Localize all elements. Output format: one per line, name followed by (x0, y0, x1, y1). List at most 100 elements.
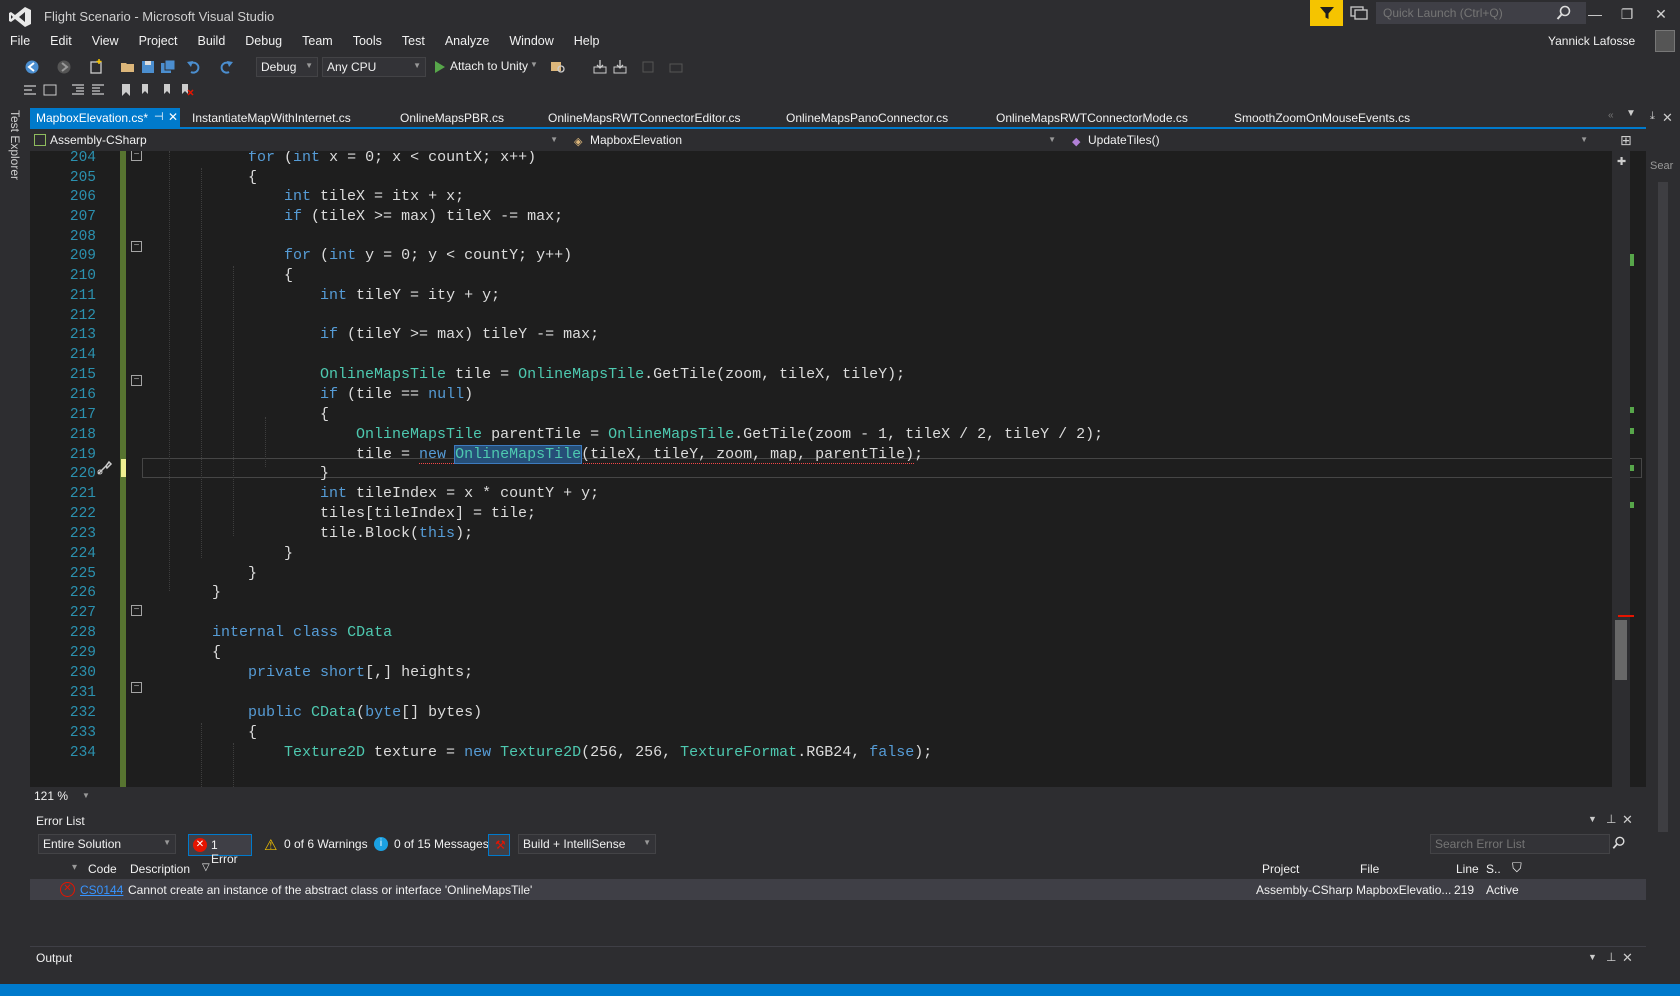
menu-tools[interactable]: Tools (343, 32, 392, 54)
menu-analyze[interactable]: Analyze (435, 32, 499, 54)
previous-bookmark-icon[interactable] (138, 82, 154, 98)
notifications-filter-icon[interactable] (1310, 0, 1343, 26)
chevron-down-icon[interactable]: ▼ (1588, 952, 1597, 962)
output-title[interactable]: Output (36, 951, 72, 965)
column-line[interactable]: Line (1456, 862, 1479, 876)
tab-online-maps-pbr[interactable]: OnlineMapsPBR.cs (394, 108, 510, 127)
filter-funnel-icon[interactable]: ▽ (202, 862, 210, 873)
search-icon[interactable] (1556, 5, 1572, 21)
avatar[interactable] (1655, 30, 1675, 52)
class-dropdown[interactable]: ◈ MapboxElevation ▼ (570, 131, 1062, 151)
tab-instantiate-map[interactable]: InstantiateMapWithInternet.cs (186, 108, 357, 127)
attach-to-unity-button[interactable]: Attach to Unity (450, 59, 528, 73)
forward-icon[interactable] (56, 59, 72, 75)
column-file[interactable]: File (1360, 862, 1379, 876)
menu-project[interactable]: Project (129, 32, 188, 54)
menu-file[interactable]: File (0, 32, 40, 54)
pin-icon[interactable]: ⊣ (154, 110, 164, 123)
tab-rwt-connector-editor[interactable]: OnlineMapsRWTConnectorEditor.cs (542, 108, 747, 127)
warnings-filter-button[interactable]: ⚠ 0 of 6 Warnings (260, 834, 374, 856)
close-icon[interactable]: ✕ (1622, 812, 1633, 828)
configuration-dropdown[interactable]: Debug ▼ (256, 57, 318, 77)
error-list-title[interactable]: Error List (36, 814, 85, 828)
member-dropdown[interactable]: ◆ UpdateTiles() ▼ (1068, 131, 1594, 151)
close-button[interactable]: ✕ (1646, 4, 1676, 24)
scroll-thumb[interactable] (1615, 620, 1627, 680)
error-list-search-input[interactable] (1430, 834, 1610, 854)
menu-debug[interactable]: Debug (235, 32, 292, 54)
feedback-icon[interactable] (1350, 5, 1368, 21)
build-filter-dropdown[interactable]: Build + IntelliSense ▼ (518, 834, 656, 854)
menu-help[interactable]: Help (564, 32, 610, 54)
collapse-toggle[interactable]: − (131, 241, 142, 252)
pin-icon[interactable]: ⊥ (1606, 812, 1616, 826)
code-editor[interactable]: 204 205 206 207 208 209 210 211 212 213 … (30, 151, 1646, 787)
menu-window[interactable]: Window (499, 32, 563, 54)
zoom-level[interactable]: 121 % (34, 789, 68, 803)
open-folder-icon[interactable] (120, 59, 136, 75)
test-explorer-tab[interactable]: Test Explorer (8, 110, 22, 180)
find-in-files-icon[interactable] (550, 59, 566, 75)
redo-icon[interactable] (218, 59, 234, 75)
chevron-down-icon[interactable]: ▼ (1588, 814, 1597, 824)
collapse-toggle[interactable]: − (131, 375, 142, 386)
tab-mapbox-elevation[interactable]: MapboxElevation.cs* ⊣ ✕ (30, 108, 180, 127)
messages-filter-button[interactable]: i 0 of 15 Messages (370, 834, 495, 856)
back-icon[interactable] (24, 59, 40, 75)
tab-smooth-zoom[interactable]: SmoothZoomOnMouseEvents.cs (1228, 108, 1416, 127)
close-icon[interactable]: ✕ (1622, 950, 1633, 966)
errors-filter-button[interactable]: ✕ 1 Error (188, 834, 252, 866)
undo-icon[interactable] (186, 59, 202, 75)
next-bookmark-icon[interactable] (158, 82, 174, 98)
pin-icon[interactable]: ⤓ (1650, 110, 1655, 123)
column-project[interactable]: Project (1262, 862, 1299, 876)
error-code-link[interactable]: CS0144 (80, 883, 123, 897)
project-dropdown[interactable]: Assembly-CSharp ▼ (30, 131, 564, 151)
close-icon[interactable]: ✕ (168, 110, 178, 124)
tab-dropdown-icon[interactable]: ▼ (1626, 108, 1636, 119)
quick-actions-icon[interactable] (95, 459, 113, 477)
clear-bookmarks-icon[interactable] (178, 82, 194, 98)
scope-dropdown[interactable]: Entire Solution ▼ (38, 834, 176, 854)
column-description[interactable]: Description (130, 862, 190, 876)
pin-icon[interactable]: ⊥ (1606, 950, 1616, 964)
menu-team[interactable]: Team (292, 32, 343, 54)
menu-test[interactable]: Test (392, 32, 435, 54)
quick-info-icon[interactable] (22, 82, 38, 98)
save-all-icon[interactable] (160, 59, 176, 75)
column-suppression[interactable]: S.. (1486, 862, 1501, 876)
split-icon[interactable]: ✚ (1617, 155, 1626, 168)
tab-rwt-connector-mode[interactable]: OnlineMapsRWTConnectorMode.cs (990, 108, 1194, 127)
platform-dropdown[interactable]: Any CPU ▼ (322, 57, 426, 77)
bookmark-icon[interactable] (118, 82, 134, 98)
new-project-icon[interactable] (88, 59, 104, 75)
search-icon[interactable] (1612, 836, 1626, 850)
scroll-tabs-icon[interactable]: « (1608, 110, 1614, 121)
decrease-indent-icon[interactable] (70, 82, 86, 98)
minimize-button[interactable]: — (1580, 4, 1610, 24)
quick-launch-input[interactable] (1376, 2, 1586, 24)
maximize-button[interactable]: ❐ (1612, 4, 1642, 24)
increase-indent-icon[interactable] (90, 82, 106, 98)
right-scrollbar[interactable] (1658, 182, 1668, 832)
split-window-icon[interactable]: ⊞ (1620, 132, 1632, 149)
download-icon[interactable] (612, 59, 628, 75)
chevron-down-icon[interactable]: ▼ (82, 791, 90, 800)
user-name[interactable]: Yannick Lafosse (1548, 34, 1635, 48)
editor-vertical-scrollbar[interactable] (1612, 151, 1630, 787)
column-code[interactable]: Code (88, 862, 117, 876)
collapse-toggle[interactable]: − (131, 151, 142, 161)
save-icon[interactable] (140, 59, 156, 75)
menu-edit[interactable]: Edit (40, 32, 82, 54)
menu-build[interactable]: Build (187, 32, 235, 54)
chevron-down-icon[interactable]: ▼ (530, 60, 538, 69)
play-icon[interactable] (432, 59, 448, 75)
close-icon[interactable]: ✕ (1662, 110, 1673, 126)
table-row[interactable]: ✕ CS0144 Cannot create an instance of th… (30, 880, 1646, 900)
publish-icon[interactable] (592, 59, 608, 75)
collapse-toggle[interactable]: − (131, 605, 142, 616)
menu-view[interactable]: View (82, 32, 129, 54)
filter-funnel-icon[interactable]: ⛉ (1512, 860, 1522, 876)
tab-pano-connector[interactable]: OnlineMapsPanoConnector.cs (780, 108, 954, 127)
collapse-toggle[interactable]: − (131, 682, 142, 693)
